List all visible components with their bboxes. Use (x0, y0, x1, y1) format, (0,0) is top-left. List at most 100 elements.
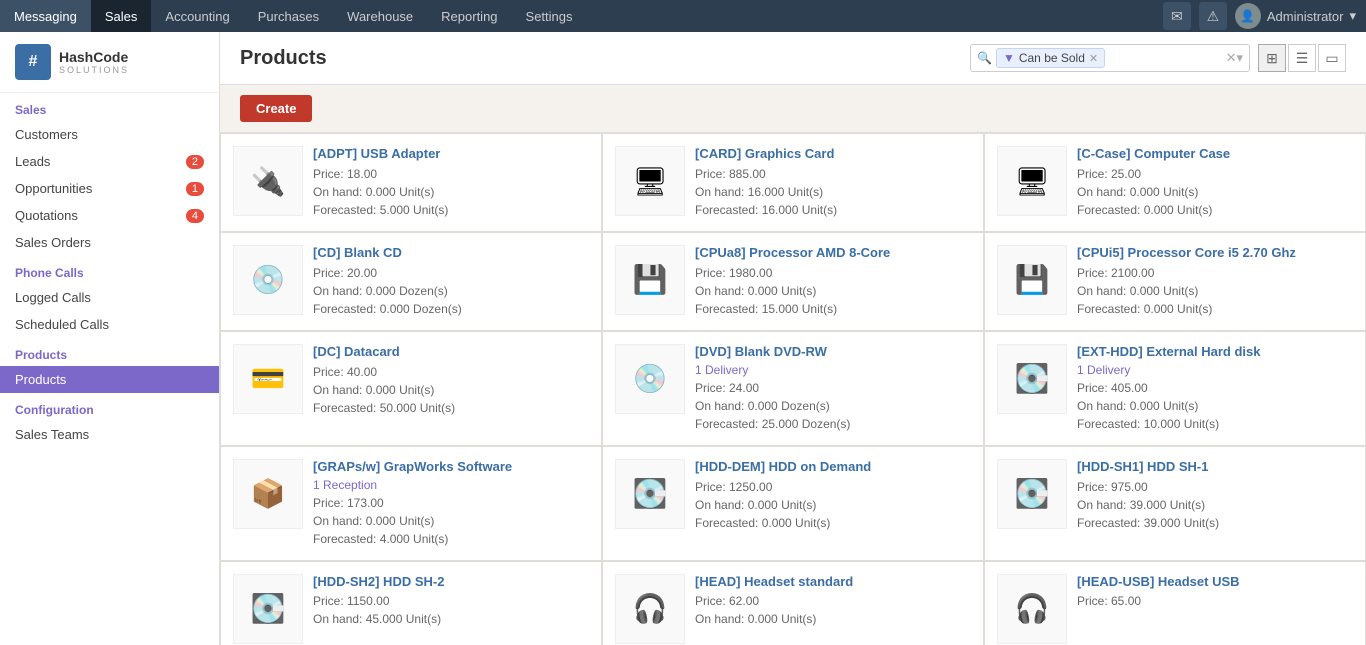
product-card[interactable]: 🖥 [C-Case] Computer Case Price: 25.00 On… (984, 133, 1366, 232)
product-on-hand: On hand: 0.000 Unit(s) (695, 496, 971, 514)
detail-view-btn[interactable]: ▭ (1318, 44, 1346, 72)
logo-icon: # (15, 44, 51, 80)
product-price: Price: 1980.00 (695, 264, 971, 282)
mail-icon[interactable]: ✉ (1163, 2, 1191, 30)
product-card[interactable]: 🎧 [HEAD] Headset standard Price: 62.00 O… (602, 561, 984, 645)
product-card[interactable]: 💾 [CPUa8] Processor AMD 8-Core Price: 19… (602, 232, 984, 331)
content-area: 🔌 [ADPT] USB Adapter Price: 18.00 On han… (220, 133, 1366, 645)
product-forecasted: Forecasted: 39.000 Unit(s) (1077, 514, 1353, 532)
list-view-btn[interactable]: ☰ (1288, 44, 1316, 72)
product-price: Price: 24.00 (695, 379, 971, 397)
product-price: Price: 975.00 (1077, 478, 1353, 496)
product-delivery: 1 Delivery (695, 363, 971, 377)
product-on-hand: On hand: 0.000 Unit(s) (313, 512, 589, 530)
product-card[interactable]: 💽 [HDD-DEM] HDD on Demand Price: 1250.00… (602, 446, 984, 561)
nav-accounting[interactable]: Accounting (151, 0, 243, 32)
main-content: Products 🔍 ▼ Can be Sold ✕ ✕ ▾ ⊞ ☰ ▭ (220, 32, 1366, 645)
product-name: [CARD] Graphics Card (695, 146, 971, 163)
nav-right: ✉ ⚠ 👤 Administrator ▾ (1163, 2, 1366, 30)
product-info: [HEAD] Headset standard Price: 62.00 On … (695, 574, 971, 629)
product-info: [DC] Datacard Price: 40.00 On hand: 0.00… (313, 344, 589, 417)
logo-sub: SOLUTIONS (59, 65, 129, 75)
logo-text-block: HashCode SOLUTIONS (59, 49, 129, 76)
product-info: [ADPT] USB Adapter Price: 18.00 On hand:… (313, 146, 589, 219)
product-image: 🎧 (615, 574, 685, 644)
product-on-hand: On hand: 0.000 Dozen(s) (313, 282, 589, 300)
product-name: [CD] Blank CD (313, 245, 589, 262)
product-forecasted: Forecasted: 5.000 Unit(s) (313, 201, 589, 219)
product-price: Price: 885.00 (695, 165, 971, 183)
product-info: [DVD] Blank DVD-RW 1 Delivery Price: 24.… (695, 344, 971, 433)
product-card[interactable]: 💳 [DC] Datacard Price: 40.00 On hand: 0.… (220, 331, 602, 446)
sidebar-item-sales-teams[interactable]: Sales Teams (0, 421, 219, 448)
nav-warehouse[interactable]: Warehouse (333, 0, 427, 32)
sidebar-item-opportunities[interactable]: Opportunities 1 (0, 175, 219, 202)
sidebar-item-leads[interactable]: Leads 2 (0, 148, 219, 175)
product-card[interactable]: 💽 [EXT-HDD] External Hard disk 1 Deliver… (984, 331, 1366, 446)
filter-tag: ▼ Can be Sold ✕ (996, 48, 1105, 68)
grid-view-btn[interactable]: ⊞ (1258, 44, 1286, 72)
sidebar-item-quotations[interactable]: Quotations 4 (0, 202, 219, 229)
product-image: 🖥 (997, 146, 1067, 216)
avatar: 👤 (1235, 3, 1261, 29)
product-price: Price: 62.00 (695, 592, 971, 610)
product-card[interactable]: 💿 [CD] Blank CD Price: 20.00 On hand: 0.… (220, 232, 602, 331)
sidebar-item-sales-orders[interactable]: Sales Orders (0, 229, 219, 256)
nav-settings[interactable]: Settings (512, 0, 587, 32)
product-price: Price: 18.00 (313, 165, 589, 183)
product-price: Price: 20.00 (313, 264, 589, 282)
search-clear-btn[interactable]: ✕ (1226, 50, 1237, 66)
product-card[interactable]: 📦 [GRAPs/w] GrapWorks Software 1 Recepti… (220, 446, 602, 561)
product-info: [C-Case] Computer Case Price: 25.00 On h… (1077, 146, 1353, 219)
user-menu[interactable]: 👤 Administrator ▾ (1235, 3, 1356, 29)
product-forecasted: Forecasted: 25.000 Dozen(s) (695, 415, 971, 433)
product-image: 💿 (615, 344, 685, 414)
product-card[interactable]: 🔌 [ADPT] USB Adapter Price: 18.00 On han… (220, 133, 602, 232)
product-info: [HDD-DEM] HDD on Demand Price: 1250.00 O… (695, 459, 971, 532)
product-name: [CPUi5] Processor Core i5 2.70 Ghz (1077, 245, 1353, 262)
create-button[interactable]: Create (240, 95, 312, 122)
product-card[interactable]: 💾 [CPUi5] Processor Core i5 2.70 Ghz Pri… (984, 232, 1366, 331)
product-forecasted: Forecasted: 15.000 Unit(s) (695, 300, 971, 318)
phone-calls-section-title: Phone Calls (0, 256, 219, 284)
sidebar-item-logged-calls[interactable]: Logged Calls (0, 284, 219, 311)
products-grid: 🔌 [ADPT] USB Adapter Price: 18.00 On han… (220, 133, 1366, 645)
logo: # HashCode SOLUTIONS (0, 32, 219, 93)
product-card[interactable]: 💽 [HDD-SH2] HDD SH-2 Price: 1150.00 On h… (220, 561, 602, 645)
product-image: 💽 (615, 459, 685, 529)
filter-icon: ▼ (1003, 51, 1015, 65)
search-dropdown-btn[interactable]: ▾ (1236, 50, 1243, 66)
product-forecasted: Forecasted: 10.000 Unit(s) (1077, 415, 1353, 433)
search-bar[interactable]: 🔍 ▼ Can be Sold ✕ ✕ ▾ (970, 44, 1250, 72)
sidebar-item-customers[interactable]: Customers (0, 121, 219, 148)
product-forecasted: Forecasted: 0.000 Unit(s) (1077, 300, 1353, 318)
product-on-hand: On hand: 0.000 Unit(s) (1077, 282, 1353, 300)
product-card[interactable]: 💽 [HDD-SH1] HDD SH-1 Price: 975.00 On ha… (984, 446, 1366, 561)
nav-reporting[interactable]: Reporting (427, 0, 511, 32)
sidebar-item-scheduled-calls[interactable]: Scheduled Calls (0, 311, 219, 338)
nav-sales[interactable]: Sales (91, 0, 152, 32)
nav-purchases[interactable]: Purchases (244, 0, 333, 32)
product-name: [HDD-SH2] HDD SH-2 (313, 574, 589, 591)
product-name: [CPUa8] Processor AMD 8-Core (695, 245, 971, 262)
product-image: 📦 (233, 459, 303, 529)
product-info: [CPUa8] Processor AMD 8-Core Price: 1980… (695, 245, 971, 318)
product-card[interactable]: 🎧 [HEAD-USB] Headset USB Price: 65.00 (984, 561, 1366, 645)
product-image: 💽 (997, 344, 1067, 414)
nav-items: Messaging Sales Accounting Purchases War… (0, 0, 587, 32)
product-card[interactable]: 💿 [DVD] Blank DVD-RW 1 Delivery Price: 2… (602, 331, 984, 446)
product-forecasted: Forecasted: 0.000 Unit(s) (1077, 201, 1353, 219)
product-image: 💽 (233, 574, 303, 644)
product-name: [HDD-SH1] HDD SH-1 (1077, 459, 1353, 476)
product-on-hand: On hand: 0.000 Unit(s) (1077, 183, 1353, 201)
nav-messaging[interactable]: Messaging (0, 0, 91, 32)
filter-remove-btn[interactable]: ✕ (1089, 52, 1098, 65)
product-on-hand: On hand: 0.000 Unit(s) (313, 381, 589, 399)
product-image: 🔌 (233, 146, 303, 216)
product-card[interactable]: 🖥 [CARD] Graphics Card Price: 885.00 On … (602, 133, 984, 232)
sidebar-item-products[interactable]: Products (0, 366, 219, 393)
product-on-hand: On hand: 39.000 Unit(s) (1077, 496, 1353, 514)
alert-icon[interactable]: ⚠ (1199, 2, 1227, 30)
search-icon: 🔍 (977, 51, 992, 65)
product-name: [HDD-DEM] HDD on Demand (695, 459, 971, 476)
